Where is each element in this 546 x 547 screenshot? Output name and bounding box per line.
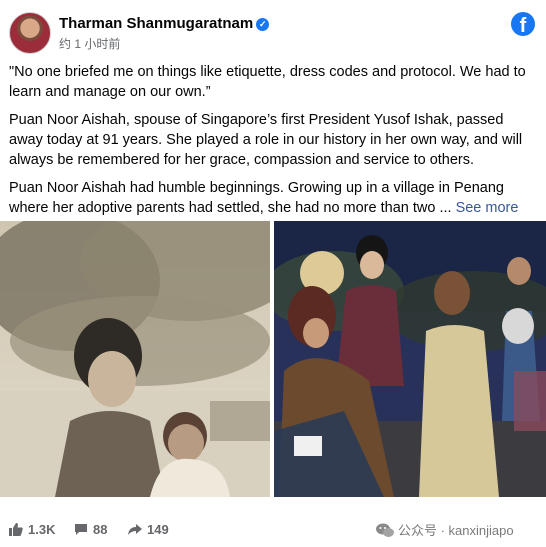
wechat-watermark: 公众号 · kanxinjiapo	[376, 520, 514, 539]
author-name-row: Tharman Shanmugaratnam ✓	[59, 15, 270, 32]
like-icon	[9, 523, 23, 536]
verified-badge-icon: ✓	[256, 18, 270, 31]
share-count[interactable]: 149	[128, 522, 169, 537]
post-paragraph-1: "No one briefed me on things like etique…	[9, 64, 526, 100]
wechat-icon	[376, 523, 394, 537]
facebook-logo-icon: f	[511, 12, 535, 36]
author-name[interactable]: Tharman Shanmugaratnam	[59, 15, 253, 32]
vintage-photo-illustration	[0, 221, 270, 497]
post-paragraph-3: Puan Noor Aishah had humble beginnings. …	[9, 180, 519, 216]
post-timestamp[interactable]: 约 1 小时前	[59, 35, 120, 52]
like-count[interactable]: 1.3K	[9, 522, 55, 537]
post-header: Tharman Shanmugaratnam ✓ 约 1 小时前 f	[0, 0, 546, 56]
author-avatar[interactable]	[9, 12, 51, 54]
comment-count[interactable]: 88	[74, 522, 107, 537]
share-icon	[128, 524, 142, 535]
photo-evening-event[interactable]	[274, 221, 546, 497]
post-footer: 1.3K 88 149 公众号 · kanxinjiapo	[0, 510, 546, 547]
post-body: "No one briefed me on things like etique…	[9, 62, 539, 226]
see-more-link[interactable]: See more	[456, 200, 519, 216]
photo-vintage-woman-with-baby[interactable]	[0, 221, 270, 497]
comment-icon	[75, 524, 87, 535]
post-paragraph-2: Puan Noor Aishah, spouse of Singapore’s …	[9, 112, 523, 168]
photo-grid	[0, 221, 546, 497]
event-photo-illustration	[274, 221, 546, 497]
